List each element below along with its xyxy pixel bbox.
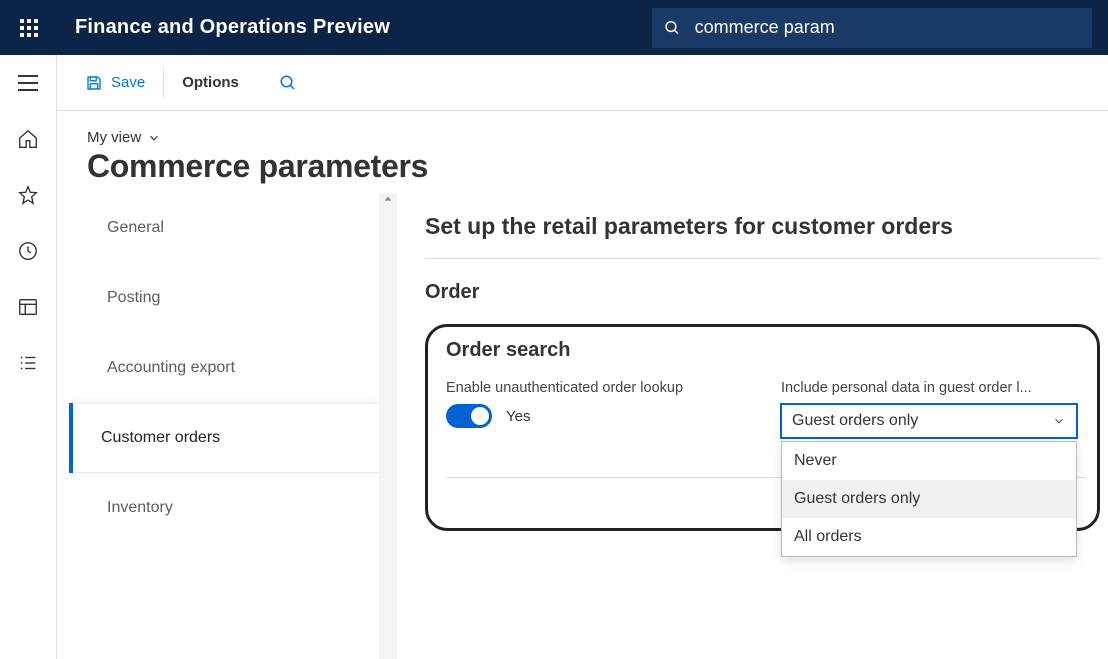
chevron-down-icon (147, 131, 161, 145)
side-nav-scrollbar[interactable] (379, 193, 397, 659)
home-button[interactable] (0, 111, 56, 167)
nav-item-label: Posting (107, 289, 160, 306)
favorites-button[interactable] (0, 167, 56, 223)
app-title: Finance and Operations Preview (75, 16, 390, 39)
nav-item-accounting-export[interactable]: Accounting export (75, 333, 379, 403)
dropdown-option-label: All orders (794, 528, 862, 545)
save-label: Save (111, 74, 145, 91)
nav-item-label: General (107, 219, 164, 236)
save-icon (85, 74, 103, 92)
page-search-button[interactable] (279, 74, 297, 92)
page-title: Commerce parameters (87, 148, 1078, 185)
toggle-state-label: Yes (506, 408, 530, 425)
chevron-down-icon (1052, 414, 1066, 428)
recent-button[interactable] (0, 223, 56, 279)
toggle-knob-icon (471, 407, 489, 425)
dropdown-option-guest-only[interactable]: Guest orders only (782, 480, 1076, 518)
dropdown-option-all[interactable]: All orders (782, 518, 1076, 556)
list-icon (17, 352, 39, 374)
page-toolbar: Save Options (57, 55, 1108, 111)
section-order-label: Order (425, 259, 1100, 316)
form-area: Set up the retail parameters for custome… (397, 193, 1108, 659)
star-icon (17, 184, 39, 206)
nav-item-label: Inventory (107, 499, 173, 516)
enable-order-lookup-label: Enable unauthenticated order lookup (446, 380, 741, 396)
clock-icon (17, 240, 39, 262)
app-launcher-icon[interactable] (5, 4, 53, 52)
hamburger-icon (18, 75, 38, 91)
include-personal-data-select[interactable]: Guest orders only (781, 404, 1077, 438)
page-header: My view Commerce parameters (57, 111, 1108, 193)
search-icon (279, 74, 297, 92)
order-search-group: Order search Enable unauthenticated orde… (425, 324, 1100, 531)
options-button[interactable]: Options (168, 66, 253, 99)
nav-item-label: Customer orders (101, 429, 220, 446)
nav-item-general[interactable]: General (75, 193, 379, 263)
parameter-section-nav: General Posting Accounting export Custom… (67, 193, 379, 659)
left-icon-rail (0, 55, 57, 659)
nav-item-customer-orders[interactable]: Customer orders (69, 403, 379, 473)
workspace-icon (17, 296, 39, 318)
include-personal-data-label: Include personal data in guest order l..… (781, 380, 1077, 396)
modules-button[interactable] (0, 335, 56, 391)
top-navbar: Finance and Operations Preview (0, 0, 1108, 55)
options-label: Options (182, 74, 239, 91)
save-button[interactable]: Save (71, 66, 159, 100)
order-search-title: Order search (446, 339, 1077, 362)
toolbar-separator (163, 68, 164, 98)
search-icon (664, 19, 681, 37)
nav-item-inventory[interactable]: Inventory (75, 473, 379, 543)
nav-item-posting[interactable]: Posting (75, 263, 379, 333)
nav-item-label: Accounting export (107, 359, 235, 376)
dropdown-option-label: Never (794, 452, 837, 469)
menu-toggle-button[interactable] (0, 55, 56, 111)
global-search-input[interactable] (695, 17, 1080, 38)
include-personal-data-dropdown: Never Guest orders only All orders (781, 441, 1077, 557)
home-icon (17, 128, 39, 150)
view-selector-label: My view (87, 129, 141, 146)
workspaces-button[interactable] (0, 279, 56, 335)
form-heading: Set up the retail parameters for custome… (425, 213, 1100, 259)
select-value: Guest orders only (792, 412, 918, 430)
scroll-up-icon (379, 193, 397, 205)
dropdown-option-label: Guest orders only (794, 490, 920, 507)
view-selector[interactable]: My view (87, 129, 161, 146)
dropdown-option-never[interactable]: Never (782, 442, 1076, 480)
global-search-box[interactable] (652, 8, 1092, 48)
enable-order-lookup-toggle[interactable] (446, 404, 492, 428)
